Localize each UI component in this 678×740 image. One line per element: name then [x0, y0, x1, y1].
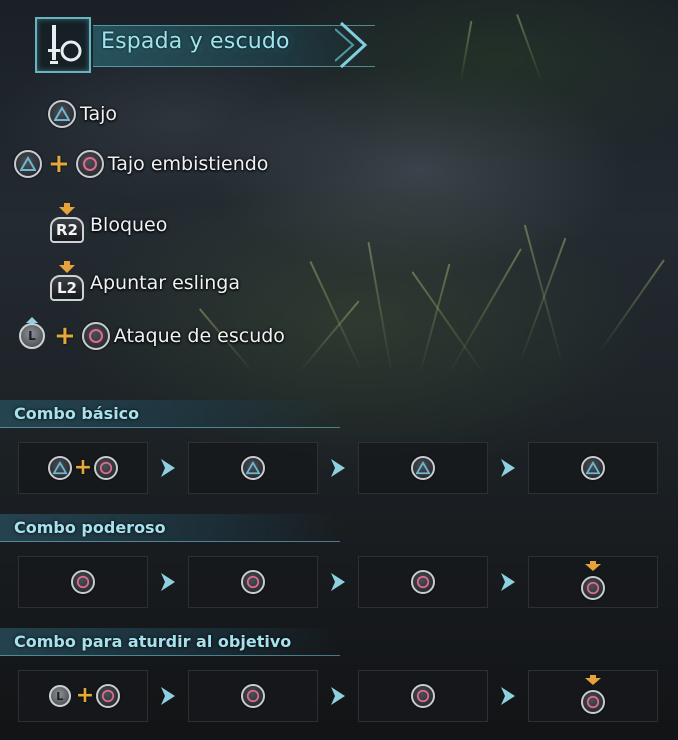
combo-title-basico: Combo básico — [0, 400, 340, 428]
grass-blade — [600, 259, 665, 351]
combo-step — [188, 670, 318, 722]
arrow-right-icon — [148, 457, 188, 479]
combo-step — [188, 556, 318, 608]
triangle-button-icon — [47, 456, 72, 480]
control-label: Tajo embistiendo — [107, 153, 269, 175]
arrow-right-icon — [488, 685, 528, 707]
arrow-right-icon — [148, 571, 188, 593]
hold-arrow-icon — [59, 203, 75, 215]
combo-row-basico: + — [18, 442, 658, 494]
triangle-button-icon — [411, 456, 435, 480]
control-label: Bloqueo — [90, 214, 168, 236]
grass-blade — [420, 263, 451, 371]
combo-step — [358, 670, 488, 722]
combo-step — [358, 442, 488, 494]
triangle-button-icon — [14, 150, 42, 178]
grass-blade — [450, 248, 522, 371]
plus-icon: + — [75, 683, 95, 708]
combo-row-aturdir: L + — [18, 670, 658, 722]
circle-hold-icon — [578, 675, 608, 714]
triangle-button-icon — [241, 456, 265, 480]
circle-button-icon — [241, 570, 265, 594]
combo-row-poderoso — [18, 556, 658, 608]
circle-button-icon — [81, 322, 110, 350]
plus-icon: + — [54, 321, 76, 351]
circle-button-icon — [75, 150, 104, 178]
control-row-tajo: Tajo — [48, 98, 117, 130]
control-label: Tajo — [80, 103, 118, 125]
combo-step — [358, 556, 488, 608]
control-row-apuntar-eslinga: L2 Apuntar eslinga — [48, 261, 240, 303]
grass-blade — [460, 20, 473, 81]
control-row-ataque-de-escudo: L + Ataque de escudo — [16, 317, 285, 354]
arrow-right-icon — [488, 457, 528, 479]
hold-arrow-icon — [59, 261, 75, 273]
circle-button-icon — [411, 570, 435, 594]
combo-step — [528, 556, 658, 608]
circle-button-icon — [411, 684, 435, 708]
circle-button-icon — [581, 576, 605, 600]
sword-and-shield-icon — [35, 17, 91, 73]
left-stick-icon: L — [16, 317, 48, 353]
grass-blade — [367, 241, 392, 371]
arrow-right-icon — [488, 571, 528, 593]
control-label: Apuntar eslinga — [90, 272, 240, 294]
arrow-right-icon — [318, 571, 358, 593]
arrow-right-icon — [148, 685, 188, 707]
combo-title-aturdir: Combo para aturdir al objetivo — [0, 628, 340, 656]
circle-hold-icon — [578, 561, 608, 600]
grass-blade — [516, 13, 542, 81]
control-label: Ataque de escudo — [113, 325, 285, 347]
circle-button-icon — [241, 684, 265, 708]
l2-button-icon: L2 — [48, 261, 86, 301]
chevron-right-icon — [335, 21, 368, 69]
grass-blade — [300, 300, 360, 371]
circle-button-icon — [71, 570, 95, 594]
grass-blade — [309, 260, 362, 371]
control-row-bloqueo: R2 Bloqueo — [48, 203, 168, 245]
plus-icon: + — [73, 455, 93, 480]
combo-step — [528, 442, 658, 494]
weapon-header: Espada y escudo — [35, 17, 375, 73]
combo-step — [528, 670, 658, 722]
hold-arrow-icon — [585, 675, 601, 685]
triangle-button-icon — [581, 456, 605, 480]
hold-arrow-icon — [585, 561, 601, 571]
circle-button-icon — [96, 684, 121, 708]
grass-blade — [411, 271, 482, 371]
circle-button-icon — [94, 456, 119, 480]
combo-step: + — [18, 442, 148, 494]
triangle-button-icon — [48, 100, 76, 128]
combo-step — [188, 442, 318, 494]
combo-step: L + — [18, 670, 148, 722]
control-row-tajo-embistiendo: + Tajo embistiendo — [14, 148, 268, 180]
circle-button-icon — [581, 690, 605, 714]
left-stick-icon: L — [46, 681, 74, 711]
grass-blade — [523, 224, 562, 361]
combo-step — [18, 556, 148, 608]
combo-title-poderoso: Combo poderoso — [0, 514, 340, 542]
stick-arrow-icon — [26, 317, 38, 323]
arrow-right-icon — [318, 457, 358, 479]
arrow-right-icon — [318, 685, 358, 707]
plus-icon: + — [48, 149, 70, 179]
weapon-title: Espada y escudo — [101, 29, 290, 54]
r2-button-icon: R2 — [48, 203, 86, 243]
